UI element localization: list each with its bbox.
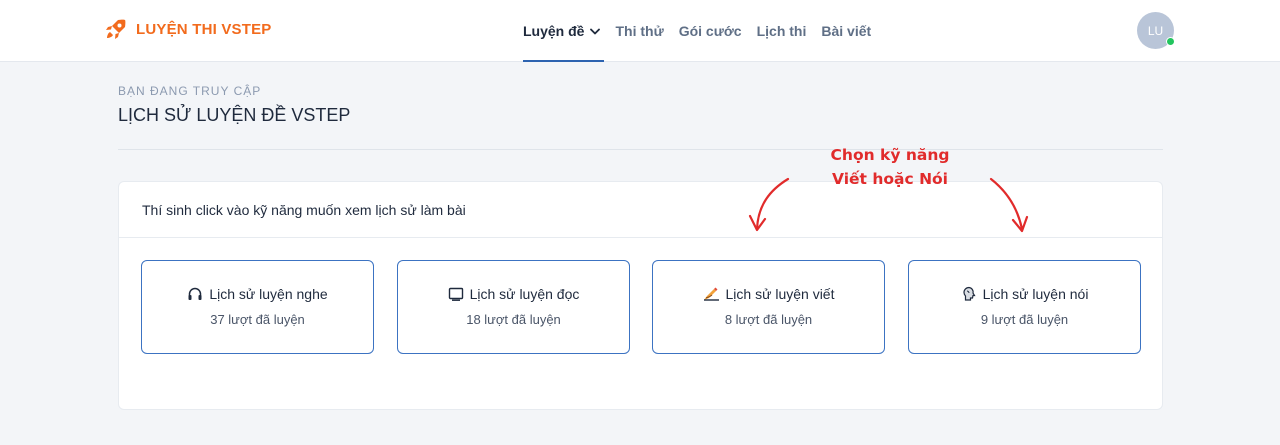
page-title: LỊCH SỬ LUYỆN ĐỀ VSTEP xyxy=(118,105,351,125)
annotation-callout: Chọn kỹ năng Viết hoặc Nói xyxy=(820,143,960,191)
avatar-initials: LU xyxy=(1147,23,1164,38)
book-icon xyxy=(448,287,463,301)
skill-title: Lịch sử luyện nói xyxy=(961,286,1089,302)
annotation-line-1: Chọn kỹ năng xyxy=(830,146,950,164)
headphones-icon xyxy=(188,287,202,300)
brand-logo[interactable]: LUYỆN THI VSTEP xyxy=(104,17,272,41)
skill-card-reading[interactable]: Lịch sử luyện đọc 18 lượt đã luyện xyxy=(397,260,630,354)
skill-count: 8 lượt đã luyện xyxy=(724,312,813,327)
nav-item-thi-thu[interactable]: Thi thử xyxy=(615,23,663,39)
skill-card-speaking[interactable]: Lịch sử luyện nói 9 lượt đã luyện xyxy=(908,260,1141,354)
nav-item-luyen-de[interactable]: Luyện đề xyxy=(523,0,605,62)
history-card: Thí sinh click vào kỹ năng muốn xem lịch… xyxy=(118,181,1163,410)
nav-item-goi-cuoc[interactable]: Gói cước xyxy=(679,23,742,39)
card-instruction: Thí sinh click vào kỹ năng muốn xem lịch… xyxy=(142,201,466,218)
divider xyxy=(118,149,1163,150)
skill-count: 9 lượt đã luyện xyxy=(980,312,1069,327)
card-header: Thí sinh click vào kỹ năng muốn xem lịch… xyxy=(119,182,1162,238)
skill-card-writing[interactable]: Lịch sử luyện viết 8 lượt đã luyện xyxy=(652,260,885,354)
brand-name: LUYỆN THI VSTEP xyxy=(136,20,272,38)
skill-label: Lịch sử luyện viết xyxy=(725,286,835,302)
breadcrumb: BẠN ĐANG TRUY CẬP xyxy=(118,84,262,98)
skill-title: Lịch sử luyện viết xyxy=(703,286,835,302)
user-avatar[interactable]: LU xyxy=(1137,12,1175,49)
skill-title: Lịch sử luyện đọc xyxy=(448,286,580,302)
online-status-indicator xyxy=(1166,37,1175,46)
top-navbar: LUYỆN THI VSTEP Luyện đề Thi thử Gói cướ… xyxy=(0,0,1280,62)
skill-card-listening[interactable]: Lịch sử luyện nghe 37 lượt đã luyện xyxy=(141,260,374,354)
nav-item-label: Luyện đề xyxy=(523,23,585,39)
skill-label: Lịch sử luyện nói xyxy=(982,286,1089,302)
skill-count: 37 lượt đã luyện xyxy=(210,312,305,327)
chevron-down-icon xyxy=(590,28,601,34)
nav-item-lich-thi[interactable]: Lịch thi xyxy=(757,23,807,39)
nav-item-bai-viet[interactable]: Bài viết xyxy=(821,23,871,39)
main-nav: Luyện đề Thi thử Gói cước Lịch thi Bài v… xyxy=(523,0,886,62)
writing-hand-icon xyxy=(703,287,719,301)
skill-title: Lịch sử luyện nghe xyxy=(187,286,328,302)
rocket-icon xyxy=(106,19,126,39)
skill-label: Lịch sử luyện đọc xyxy=(469,286,580,302)
speaking-head-icon xyxy=(962,286,976,301)
skill-count: 18 lượt đã luyện xyxy=(466,312,561,327)
annotation-line-2: Viết hoặc Nói xyxy=(831,170,948,188)
skill-label: Lịch sử luyện nghe xyxy=(209,286,328,302)
